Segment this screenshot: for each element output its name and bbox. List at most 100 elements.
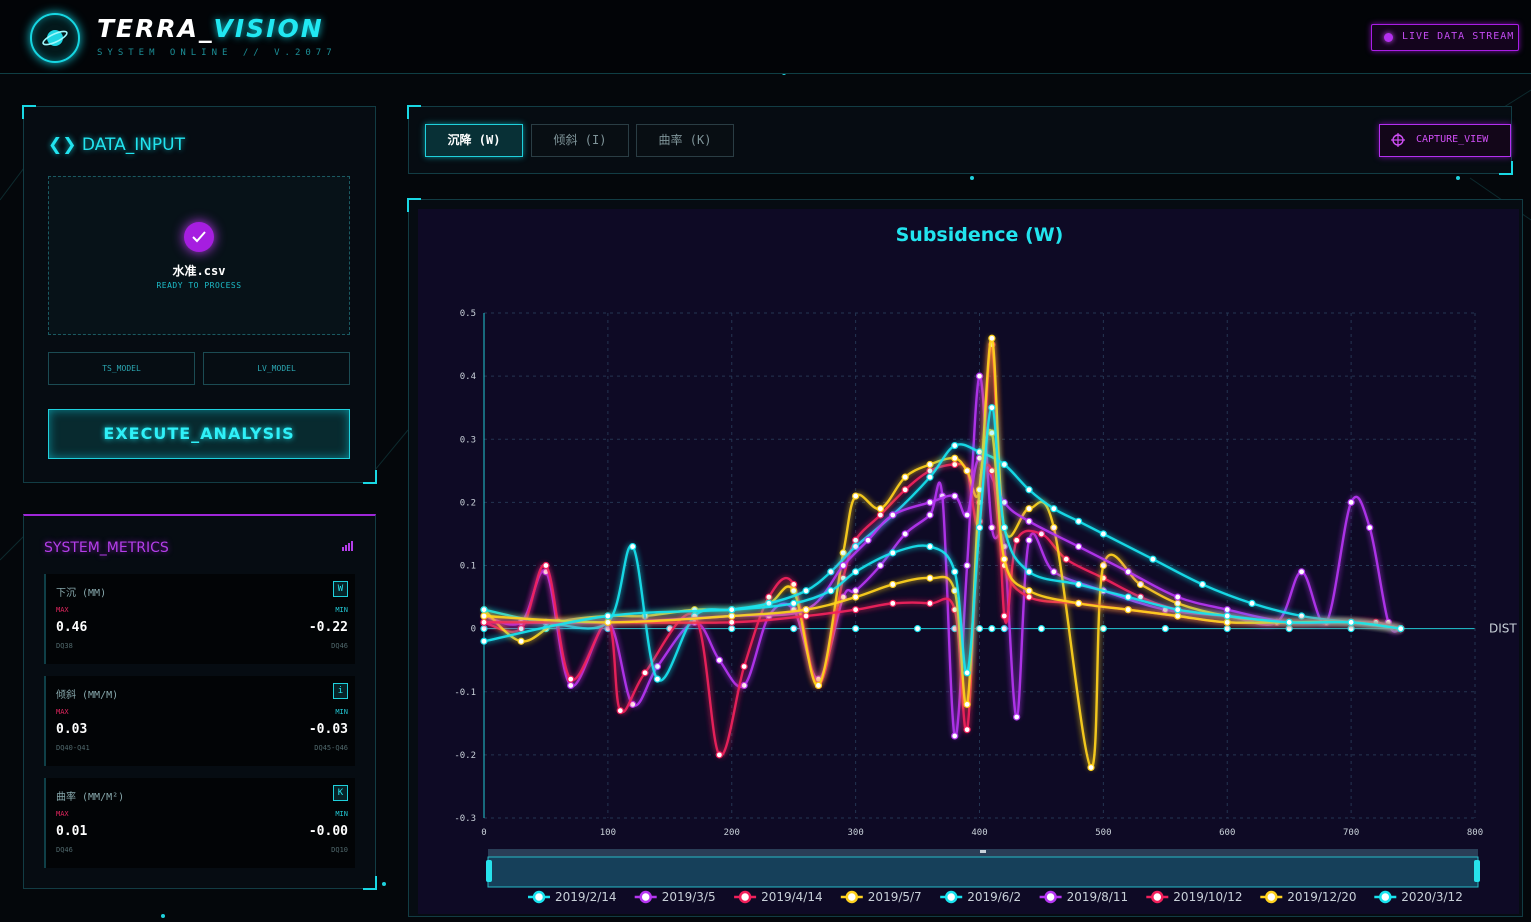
series-point <box>852 492 860 500</box>
series-point <box>604 618 612 626</box>
execute-analysis-button[interactable]: EXECUTE_ANALYSIS <box>48 409 350 459</box>
legend-entry: 2019/3/5 <box>662 890 716 904</box>
series-point <box>653 675 662 683</box>
legend-entry: 2019/2/14 <box>555 890 617 904</box>
series-point <box>926 599 934 607</box>
code-brackets-icon: ❮❯ <box>48 135 77 155</box>
x-tick-label: 0 <box>481 828 486 838</box>
series-point <box>988 334 996 342</box>
metric-min-label: MIN <box>335 810 348 818</box>
series-point <box>963 700 971 708</box>
series-point <box>1013 713 1021 721</box>
legend-entry: 2019/5/7 <box>868 890 922 904</box>
series-point <box>827 587 835 595</box>
series-point <box>852 536 860 544</box>
series-point <box>876 505 884 513</box>
series-point <box>963 467 971 475</box>
tab-curvature[interactable]: 曲率 (K) <box>636 124 734 157</box>
series-point <box>951 492 959 500</box>
series-point <box>1025 486 1033 494</box>
metric-min-value: -0.03 <box>308 722 348 737</box>
metric-name: 曲率 (MM/M²) <box>56 792 125 803</box>
x-tick-label: 100 <box>600 828 616 838</box>
series-point <box>1285 618 1293 626</box>
series-point <box>1025 587 1033 595</box>
y-tick-label: 0.4 <box>460 372 476 382</box>
metric-max-label: MAX <box>56 708 69 716</box>
chart-tabs-panel: 沉降 (W) 倾斜 (I) 曲率 (K) CAPTURE_VIEW <box>407 105 1513 175</box>
series-point <box>1074 517 1083 525</box>
tab-subsidence[interactable]: 沉降 (W) <box>425 124 523 157</box>
series-point <box>852 542 860 551</box>
metric-name: 倾斜 (MM/M) <box>56 690 119 701</box>
metric-max-label: MAX <box>56 606 69 614</box>
bar-chart-icon <box>342 541 353 551</box>
series-point <box>951 568 959 576</box>
metric-name: 下沉 (MM) <box>56 588 107 599</box>
series-point <box>542 561 550 570</box>
app-title: TERRA_VISION <box>97 14 324 43</box>
series-point <box>926 574 934 582</box>
file-dropzone[interactable]: 水准.csv READY TO PROCESS <box>48 176 350 335</box>
series-point <box>975 625 984 633</box>
metric-key-badge: K <box>333 785 348 801</box>
series-point <box>963 669 971 677</box>
series-point <box>951 441 959 450</box>
file-name: 水准.csv <box>172 264 226 278</box>
series-point <box>951 460 959 469</box>
series-point <box>852 587 860 595</box>
live-data-stream-button[interactable]: LIVE DATA STREAM <box>1371 24 1519 51</box>
series-point <box>1297 612 1306 620</box>
series-point <box>517 625 525 633</box>
series-point <box>1099 625 1107 633</box>
series-point <box>852 568 860 576</box>
series-point <box>1062 555 1070 563</box>
series-point <box>567 681 575 690</box>
series-point <box>901 486 909 494</box>
series-point <box>1025 517 1033 525</box>
series-point <box>1000 555 1008 563</box>
series-point <box>1074 580 1083 589</box>
ts-model-button[interactable]: TS_MODEL <box>48 352 195 385</box>
series-point <box>839 561 847 570</box>
series-point <box>1037 530 1046 538</box>
series-point <box>839 549 847 557</box>
series-point <box>988 524 996 532</box>
series-point <box>988 404 996 412</box>
series-point <box>926 460 934 469</box>
metric-max-value: 0.46 <box>56 620 88 635</box>
metric-max-point: DQ40-Q41 <box>56 744 90 752</box>
metric-min-point: DQ10 <box>331 846 348 854</box>
metric-card-curvature: 曲率 (MM/M²) K MAX MIN 0.01 -0.00 DQ46 DQ1… <box>44 778 355 868</box>
series-point <box>963 726 971 734</box>
tab-tilt[interactable]: 倾斜 (I) <box>531 124 629 157</box>
series-point <box>1000 612 1008 620</box>
series-point <box>926 542 934 551</box>
series-point <box>975 372 984 380</box>
series-point <box>889 511 897 519</box>
series-point <box>653 662 662 671</box>
series-point <box>889 549 897 557</box>
series-point <box>1050 505 1058 513</box>
series-point <box>926 511 934 519</box>
series-point <box>852 606 860 614</box>
metric-key-badge: i <box>333 683 348 699</box>
series-point <box>963 561 971 570</box>
x-tick-label: 600 <box>1219 828 1235 838</box>
series-point <box>802 612 810 620</box>
legend-entry: 2019/12/20 <box>1287 890 1356 904</box>
legend-swatch-dot <box>1379 890 1392 904</box>
series-point <box>728 618 736 626</box>
metric-max-value: 0.03 <box>56 722 88 737</box>
series-point <box>1223 612 1231 620</box>
series-point <box>616 707 624 715</box>
series-point <box>480 625 488 633</box>
lv-model-button[interactable]: LV_MODEL <box>203 352 350 385</box>
zoom-slider-range <box>487 856 1479 888</box>
metric-min-value: -0.00 <box>308 824 348 839</box>
data-input-panel: ❮❯ DATA_INPUT 水准.csv READY TO PROCESS TS… <box>22 105 377 484</box>
zoom-handle-right <box>1474 860 1480 882</box>
subsidence-chart: Subsidence (W) -0.3 -0.2 -0.1 0 0.1 0.2 0.3 0.4 0… <box>454 224 1517 904</box>
capture-view-button[interactable]: CAPTURE_VIEW <box>1379 124 1511 157</box>
series-point <box>1136 580 1145 589</box>
